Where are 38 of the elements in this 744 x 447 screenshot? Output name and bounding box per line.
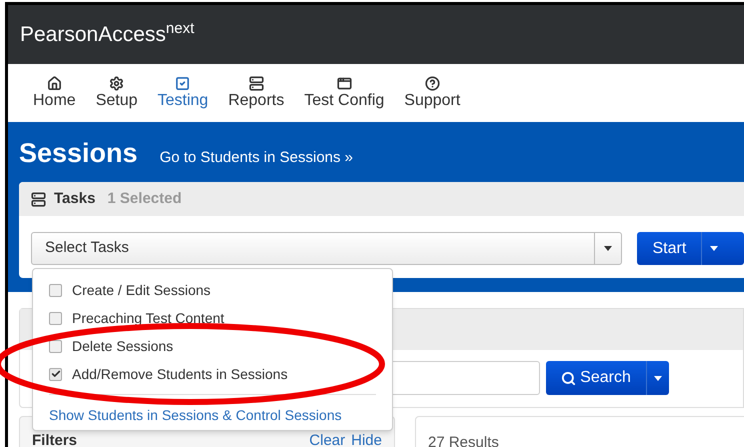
caret-icon [710, 246, 718, 251]
caret-icon [604, 246, 612, 251]
nav-item[interactable]: Home [24, 76, 85, 110]
app-logo[interactable]: PearsonAccess$^{next}$ [20, 18, 194, 50]
checkbox[interactable] [49, 368, 62, 380]
search-icon [561, 370, 576, 386]
start-button[interactable]: Start [637, 232, 744, 265]
checkbox[interactable] [49, 312, 62, 324]
task-option[interactable]: Precaching Test Content [33, 304, 392, 332]
nav-item[interactable]: Testing [148, 76, 218, 110]
filters-title: Filters [32, 433, 78, 447]
caret-icon [654, 376, 662, 380]
nav-item[interactable]: Support [395, 76, 470, 110]
search-button[interactable]: Search [546, 361, 669, 395]
students-link[interactable]: Go to Students in Sessions » [160, 147, 354, 170]
nav-item[interactable]: Reports [219, 76, 294, 110]
results-count: 27 Results [428, 434, 499, 447]
checkbox[interactable] [49, 284, 62, 296]
task-option[interactable]: Delete Sessions [33, 332, 392, 360]
tasks-title: Tasks [54, 188, 96, 209]
task-option[interactable]: Create / Edit Sessions [33, 276, 392, 304]
tasks-icon [31, 192, 46, 206]
server-icon [248, 76, 264, 90]
task-select[interactable]: Select Tasks [31, 232, 622, 265]
nav-item[interactable]: Test Config [295, 76, 394, 110]
checkbox-icon [175, 76, 190, 90]
checkbox[interactable] [49, 340, 62, 352]
clear-link[interactable]: Clear [309, 433, 346, 447]
selected-count: 1 Selected [107, 188, 182, 209]
hide-link[interactable]: Hide [351, 433, 382, 447]
nav-item[interactable]: Setup [86, 76, 146, 110]
gear-icon [109, 76, 124, 90]
control-sessions-link[interactable]: Show Students in Sessions & Control Sessions [33, 405, 392, 426]
help-icon [424, 76, 440, 90]
task-option[interactable]: Add/Remove Students in Sessions [33, 360, 392, 388]
window-icon [336, 76, 352, 90]
page-title: Sessions [19, 138, 138, 168]
home-icon [46, 76, 62, 90]
